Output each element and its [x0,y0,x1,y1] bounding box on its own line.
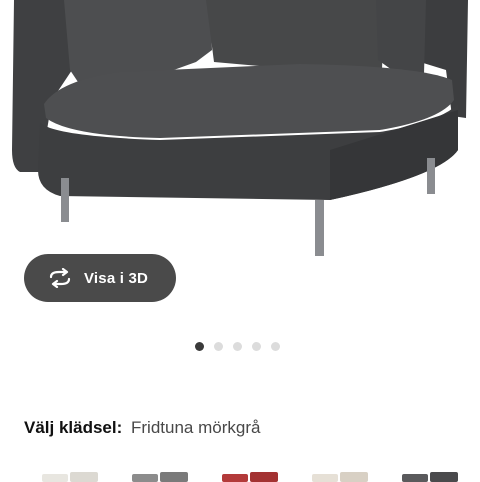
rotate-3d-icon [46,267,74,289]
view-3d-label: Visa i 3D [84,269,149,287]
fabric-value: Fridtuna mörkgrå [131,418,261,437]
carousel-dot[interactable] [195,342,204,351]
carousel-indicator [0,342,480,352]
carousel-dot[interactable] [214,342,223,351]
fabric-selector[interactable]: Välj klädsel: Fridtuna mörkgrå [24,418,260,438]
carousel-dot[interactable] [271,342,280,351]
product-image[interactable] [0,0,480,260]
fabric-label: Välj klädsel: [24,418,123,437]
fabric-swatch-list [0,468,480,482]
sofa-illustration [0,0,480,260]
carousel-dot[interactable] [233,342,242,351]
carousel-dot[interactable] [252,342,261,351]
view-3d-button[interactable]: Visa i 3D [24,254,176,302]
